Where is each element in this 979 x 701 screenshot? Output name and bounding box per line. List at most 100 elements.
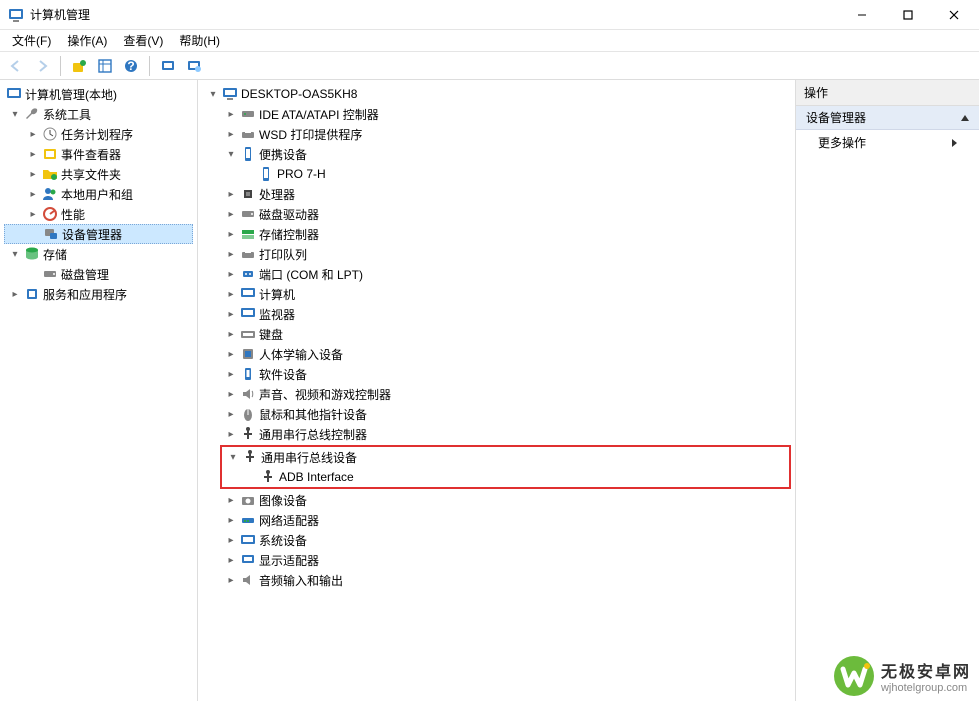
expand-icon[interactable]: ▸ (224, 307, 238, 321)
toolbar: ? (0, 52, 979, 80)
dev-root[interactable]: ▾ DESKTOP-OAS5KH8 (200, 84, 793, 104)
tree-device-manager[interactable]: 设备管理器 (4, 224, 193, 244)
collapse-icon[interactable]: ▾ (8, 107, 22, 121)
back-button[interactable] (4, 54, 28, 78)
phone-icon (240, 146, 256, 162)
tree-system-tools[interactable]: ▾ 系统工具 (4, 104, 193, 124)
expand-icon[interactable]: ▸ (224, 513, 238, 527)
expand-icon[interactable]: ▸ (26, 147, 40, 161)
actions-header: 操作 (796, 80, 979, 106)
expand-icon[interactable]: ▸ (224, 573, 238, 587)
minimize-button[interactable] (839, 0, 885, 30)
dev-mice[interactable]: ▸鼠标和其他指针设备 (200, 404, 793, 424)
dev-system[interactable]: ▸系统设备 (200, 530, 793, 550)
expand-icon[interactable]: ▸ (224, 327, 238, 341)
expand-icon[interactable]: ▸ (224, 407, 238, 421)
collapse-icon[interactable]: ▾ (8, 247, 22, 261)
tree-disk-management[interactable]: 磁盘管理 (4, 264, 193, 284)
dev-imaging[interactable]: ▸图像设备 (200, 490, 793, 510)
expand-icon[interactable]: ▸ (224, 127, 238, 141)
help-button[interactable]: ? (119, 54, 143, 78)
dev-portable[interactable]: ▾便携设备 (200, 144, 793, 164)
collapse-icon[interactable]: ▾ (224, 147, 238, 161)
expand-icon[interactable]: ▸ (224, 267, 238, 281)
menu-view[interactable]: 查看(V) (115, 30, 171, 51)
expand-icon[interactable]: ▸ (224, 287, 238, 301)
tree-local-users[interactable]: ▸ 本地用户和组 (4, 184, 193, 204)
tree-event-viewer[interactable]: ▸ 事件查看器 (4, 144, 193, 164)
scan-button[interactable] (156, 54, 180, 78)
dev-audio[interactable]: ▸音频输入和输出 (200, 570, 793, 590)
expand-icon[interactable]: ▸ (26, 207, 40, 221)
properties-button[interactable] (182, 54, 206, 78)
dev-network[interactable]: ▸网络适配器 (200, 510, 793, 530)
dev-usb-ctrl[interactable]: ▸ 通用串行总线控制器 (200, 424, 793, 444)
dev-sound[interactable]: ▸声音、视频和游戏控制器 (200, 384, 793, 404)
dev-software[interactable]: ▸ 软件设备 (200, 364, 793, 384)
dev-print-queues[interactable]: ▸打印队列 (200, 244, 793, 264)
storage-icon (24, 246, 40, 262)
dev-storage-ctrl[interactable]: ▸存储控制器 (200, 224, 793, 244)
label: DESKTOP-OAS5KH8 (241, 87, 357, 101)
menu-action[interactable]: 操作(A) (59, 30, 115, 51)
tree-storage[interactable]: ▾ 存储 (4, 244, 193, 264)
dev-monitors[interactable]: ▸监视器 (200, 304, 793, 324)
menu-help[interactable]: 帮助(H) (171, 30, 228, 51)
label: 通用串行总线控制器 (259, 426, 367, 443)
dev-computers[interactable]: ▸ 计算机 (200, 284, 793, 304)
label: 计算机 (259, 286, 295, 303)
label: 软件设备 (259, 366, 307, 383)
expand-icon[interactable]: ▸ (224, 387, 238, 401)
collapse-icon[interactable]: ▾ (226, 450, 240, 464)
actions-section[interactable]: 设备管理器 (796, 106, 979, 130)
dev-hid[interactable]: ▸人体学输入设备 (200, 344, 793, 364)
device-tree[interactable]: ▾ DESKTOP-OAS5KH8 ▸IDE ATA/ATAPI 控制器 ▸ WS… (198, 80, 796, 701)
label: WSD 打印提供程序 (259, 126, 362, 143)
expand-icon[interactable]: ▸ (26, 187, 40, 201)
forward-button[interactable] (30, 54, 54, 78)
dev-wsd[interactable]: ▸ WSD 打印提供程序 (200, 124, 793, 144)
expand-icon[interactable]: ▸ (26, 167, 40, 181)
left-tree[interactable]: 计算机管理(本地) ▾ 系统工具 ▸ 任务计划程序 ▸ 事件查看器 ▸ 共享文件… (0, 80, 198, 701)
tree-task-scheduler[interactable]: ▸ 任务计划程序 (4, 124, 193, 144)
expand-icon[interactable]: ▸ (224, 367, 238, 381)
folder-share-icon (42, 166, 58, 182)
dev-disk-drives[interactable]: ▸磁盘驱动器 (200, 204, 793, 224)
tree-shared-folders[interactable]: ▸ 共享文件夹 (4, 164, 193, 184)
expand-icon[interactable]: ▸ (224, 187, 238, 201)
dev-display[interactable]: ▸ 显示适配器 (200, 550, 793, 570)
expand-icon[interactable]: ▸ (224, 107, 238, 121)
dev-keyboards[interactable]: ▸键盘 (200, 324, 793, 344)
show-hidden-button[interactable] (93, 54, 117, 78)
expand-icon[interactable]: ▸ (26, 127, 40, 141)
expand-icon[interactable]: ▸ (224, 247, 238, 261)
menu-file[interactable]: 文件(F) (4, 30, 59, 51)
close-button[interactable] (931, 0, 977, 30)
actions-more[interactable]: 更多操作 (796, 130, 979, 155)
dev-ide[interactable]: ▸IDE ATA/ATAPI 控制器 (200, 104, 793, 124)
usb-icon (260, 469, 276, 485)
expand-icon[interactable]: ▸ (224, 427, 238, 441)
dev-pro7h[interactable]: PRO 7-H (200, 164, 793, 184)
ide-icon (240, 106, 256, 122)
label: 显示适配器 (259, 552, 319, 569)
expand-icon[interactable]: ▸ (224, 347, 238, 361)
dev-ports[interactable]: ▸端口 (COM 和 LPT) (200, 264, 793, 284)
expand-icon[interactable]: ▸ (224, 227, 238, 241)
expand-icon[interactable]: ▸ (224, 493, 238, 507)
tree-services-apps[interactable]: ▸ 服务和应用程序 (4, 284, 193, 304)
add-hardware-button[interactable] (67, 54, 91, 78)
expand-icon[interactable]: ▸ (224, 207, 238, 221)
expand-icon[interactable]: ▸ (224, 553, 238, 567)
tree-performance[interactable]: ▸ 性能 (4, 204, 193, 224)
expand-icon[interactable]: ▸ (224, 533, 238, 547)
expand-icon[interactable]: ▸ (8, 287, 22, 301)
maximize-button[interactable] (885, 0, 931, 30)
dev-adb[interactable]: ADB Interface (222, 467, 789, 487)
tree-root[interactable]: 计算机管理(本地) (4, 84, 193, 104)
label: 服务和应用程序 (43, 286, 127, 303)
dev-usb-devices[interactable]: ▾通用串行总线设备 (222, 447, 789, 467)
dev-processors[interactable]: ▸处理器 (200, 184, 793, 204)
watermark-title: 无极安卓网 (881, 658, 971, 682)
collapse-icon[interactable]: ▾ (206, 87, 220, 101)
